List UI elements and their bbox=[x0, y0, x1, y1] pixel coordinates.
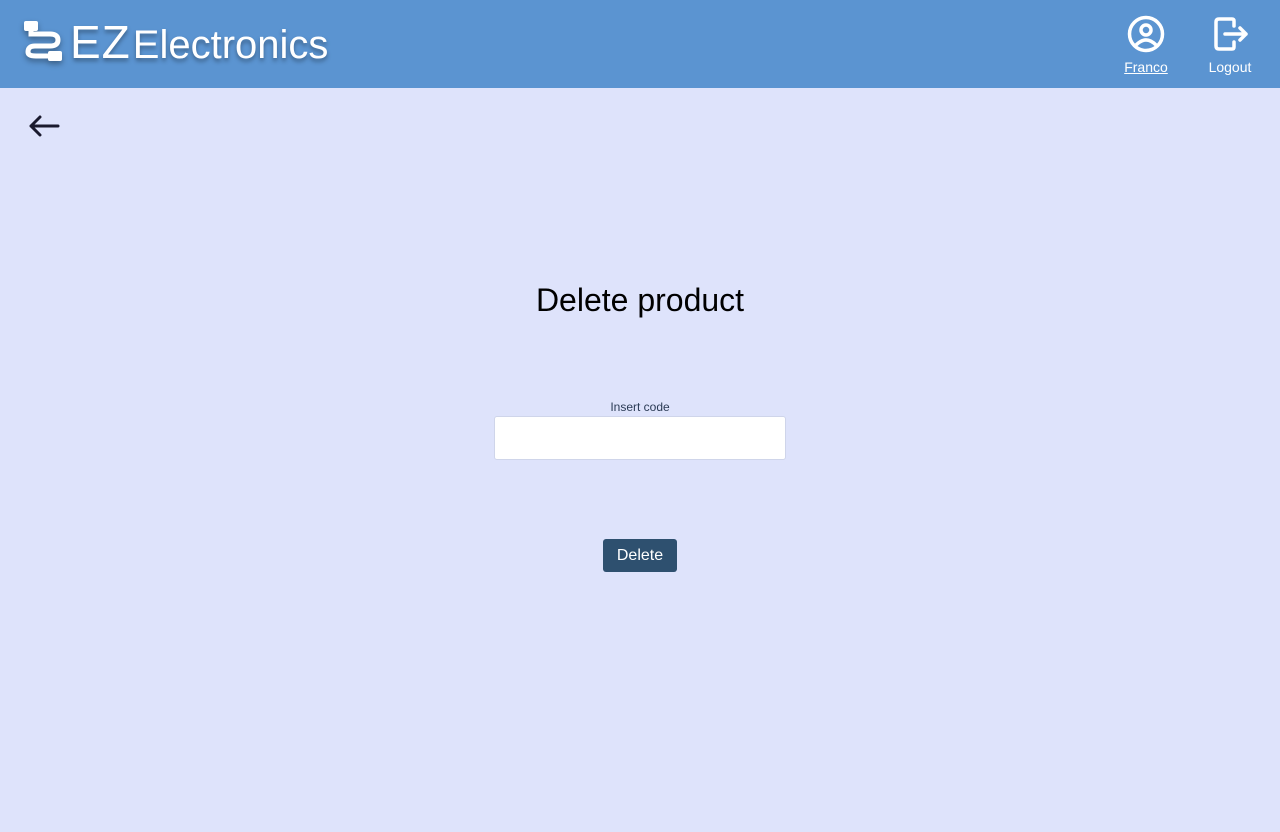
arrow-left-icon bbox=[29, 115, 60, 137]
back-button[interactable] bbox=[26, 110, 62, 142]
brand-prefix: EZ bbox=[70, 16, 131, 68]
brand-logo[interactable]: EZ Electronics bbox=[22, 14, 328, 70]
cable-connector-icon bbox=[24, 21, 62, 61]
code-input[interactable] bbox=[494, 416, 786, 460]
user-name[interactable]: Franco bbox=[1124, 59, 1168, 76]
delete-button[interactable]: Delete bbox=[603, 539, 677, 572]
app-header: EZ Electronics Franco Logout bbox=[0, 0, 1280, 88]
logout-icon bbox=[1214, 17, 1248, 51]
user-circle-icon bbox=[1127, 15, 1165, 53]
logout-label[interactable]: Logout bbox=[1209, 59, 1252, 76]
logout-button[interactable]: Logout bbox=[1200, 14, 1260, 76]
page-title: Delete product bbox=[535, 282, 745, 318]
code-field-label: Insert code bbox=[610, 400, 670, 414]
user-profile-link[interactable]: Franco bbox=[1118, 14, 1174, 76]
brand-suffix: Electronics bbox=[132, 23, 329, 67]
